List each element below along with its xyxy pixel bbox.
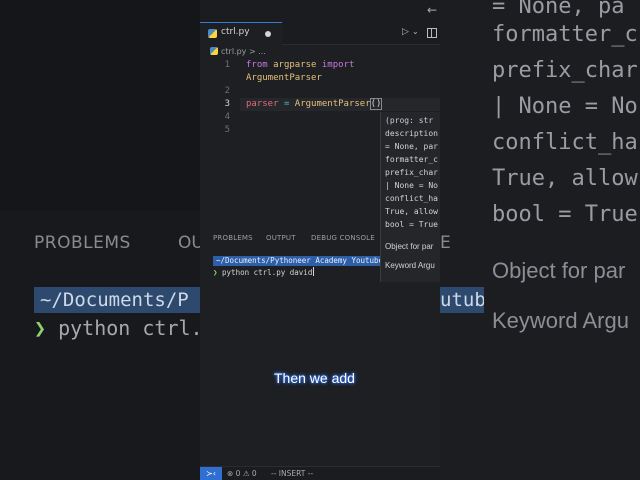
background-left-top	[0, 0, 200, 210]
module-name: argparse	[273, 60, 317, 70]
bg-prompt-icon: ❯	[34, 316, 47, 340]
tab-ctrl-py[interactable]: ctrl.py	[200, 22, 282, 45]
terminal-path: ~/Documents/Pythoneer Academy Youtube	[213, 256, 386, 266]
editor-window: ← ctrl.py ▷ ⌄ ctrl.py > ... 1 from argpa…	[200, 0, 440, 480]
signature-line: | None = No	[385, 181, 438, 190]
chevron-down-icon[interactable]: ⌄	[412, 27, 419, 36]
signature-line: prefix_char	[385, 168, 438, 177]
signature-line: formatter_c	[385, 155, 438, 164]
video-caption: Then we add	[274, 370, 355, 386]
breadcrumb-rest[interactable]: ...	[258, 47, 266, 56]
breadcrumb-file[interactable]: ctrl.py	[221, 47, 246, 56]
code-line[interactable]: 1 from argparse import	[200, 60, 440, 73]
parentheses: ()	[369, 98, 383, 110]
bg-signature-line: formatter_c	[492, 22, 638, 47]
problems-count[interactable]: ⊗ 0 ⚠ 0	[227, 469, 257, 478]
bg-signature-line: conflict_ha	[492, 130, 638, 155]
bg-doc-line: Object for par	[492, 258, 626, 283]
bg-doc-line: Keyword Argu	[492, 308, 629, 333]
code-line-wrap[interactable]: ArgumentParser	[200, 73, 440, 86]
prompt-icon: ❯	[213, 268, 218, 277]
signature-line: (prog: str	[385, 116, 434, 125]
keyword: import	[321, 60, 355, 70]
signature-line: bool = True	[385, 220, 438, 229]
bg-command-text: python ctrl.	[58, 316, 203, 340]
breadcrumb-separator: >	[248, 47, 256, 56]
python-file-icon	[210, 47, 218, 55]
remote-icon[interactable]: ≻‹	[200, 467, 222, 480]
code-line[interactable]: 3 parser = ArgumentParser()	[200, 98, 440, 112]
terminal-command-line[interactable]: ❯ python ctrl.py david	[213, 267, 315, 277]
code-text: from argparse import	[246, 60, 354, 70]
doc-line: Keyword Argu	[385, 261, 435, 270]
bg-signature-line: | None = No	[492, 94, 638, 119]
bg-signature-line: True, allow	[492, 166, 638, 191]
keyword: from	[246, 60, 268, 70]
tab-problems[interactable]: PROBLEMS	[213, 234, 253, 242]
doc-line: Object for par	[385, 242, 434, 251]
tab-label: ctrl.py	[221, 27, 250, 37]
title-bar: ←	[200, 0, 440, 22]
bg-panel-tab-fragment: E	[440, 233, 451, 253]
run-icon[interactable]: ▷	[402, 27, 409, 37]
tab-output[interactable]: OUTPUT	[266, 234, 296, 242]
signature-line: = None, par	[385, 142, 438, 151]
tab-bar: ctrl.py ▷ ⌄	[200, 22, 440, 45]
operator: =	[283, 99, 290, 109]
background-right: = None, pa formatter_c prefix_char | Non…	[440, 0, 640, 480]
signature-help-popup: (prog: str description = None, par forma…	[380, 112, 440, 282]
bg-terminal-command: ❯ python ctrl.	[34, 316, 203, 340]
vim-mode: -- INSERT --	[271, 469, 314, 478]
bg-signature-line: bool = True	[492, 202, 638, 227]
back-arrow-icon[interactable]: ←	[427, 3, 437, 17]
terminal-command: python ctrl.py david	[222, 268, 313, 277]
code-line[interactable]: 2	[200, 86, 440, 99]
variable-name: parser	[246, 99, 279, 109]
text-cursor	[313, 267, 315, 276]
class-call: ArgumentParser	[294, 99, 371, 109]
bg-signature-line: prefix_char	[492, 58, 638, 83]
bg-terminal-path: ~/Documents/P	[34, 287, 206, 313]
status-bar: ≻‹ ⊗ 0 ⚠ 0 -- INSERT --	[200, 466, 440, 480]
bg-terminal-path-fragment: utube	[440, 287, 484, 313]
breadcrumb: ctrl.py > ...	[210, 47, 266, 56]
signature-line: True, allow	[385, 207, 438, 216]
code-text: parser = ArgumentParser()	[246, 98, 383, 110]
line-number: 5	[224, 125, 230, 135]
split-editor-icon[interactable]	[427, 28, 437, 38]
signature-line: conflict_ha	[385, 194, 438, 203]
tab-debug-console[interactable]: DEBUG CONSOLE	[311, 234, 375, 242]
line-number: 3	[224, 99, 230, 109]
line-number: 1	[224, 60, 230, 70]
bg-problems-label: PROBLEMS	[34, 233, 131, 253]
line-number: 4	[224, 112, 230, 122]
class-name: ArgumentParser	[246, 73, 322, 83]
line-number: 2	[224, 86, 230, 96]
unsaved-dot-icon[interactable]	[265, 31, 271, 37]
code-text: ArgumentParser	[246, 73, 322, 83]
python-file-icon	[208, 29, 217, 38]
signature-line: description	[385, 129, 438, 138]
bg-signature-line: = None, pa	[492, 0, 625, 19]
